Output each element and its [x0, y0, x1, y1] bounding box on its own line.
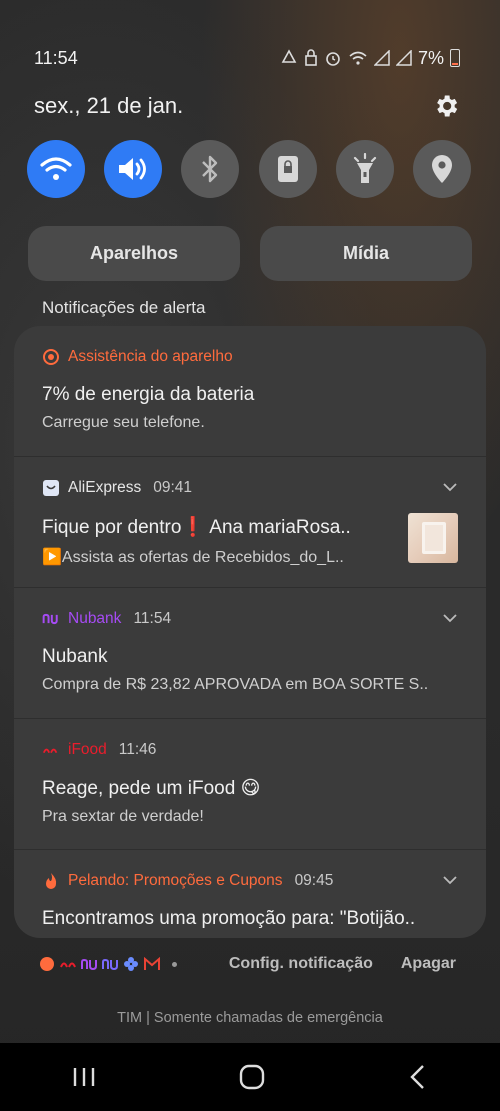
location-toggle[interactable] [412, 140, 471, 198]
notification-panel: Assistência do aparelho 7% de energia da… [14, 326, 486, 938]
notification-app-name: Pelando: Promoções e Cupons [68, 872, 283, 889]
status-time: 11:54 [34, 47, 78, 68]
alert-notifications-label: Notificações de alerta [42, 298, 206, 317]
ifood-icon [42, 741, 60, 759]
nubank-mini-icon-2 [102, 958, 118, 970]
nubank-mini-icon [81, 958, 97, 970]
more-dot [172, 961, 177, 967]
notification-app-name: iFood [68, 741, 107, 758]
notification-title: 7% de energia da bateria [42, 384, 255, 405]
signal-icon [373, 50, 390, 66]
sound-toggle[interactable] [104, 140, 163, 198]
recycle-icon [281, 49, 297, 63]
notification-time: 11:46 [118, 741, 157, 758]
wifi-icon [40, 157, 72, 180]
notification-thumbnail [408, 513, 458, 563]
nubank-icon [42, 610, 60, 628]
rotation-lock-toggle[interactable] [258, 140, 317, 198]
notification-title: Reage, pede um iFood 😋 [42, 778, 261, 799]
flashlight-toggle[interactable] [335, 140, 394, 198]
notification-footer: Config. notificação Apagar [38, 948, 456, 980]
pinwheel-mini-icon [124, 957, 138, 971]
notification-app-name: Nubank [68, 610, 122, 627]
portrait-lock-icon [277, 156, 298, 182]
battery-icon [450, 49, 460, 67]
notification-app-icons [38, 955, 177, 973]
emergency-calls-text: TIM | Somente chamadas de emergência [117, 1010, 383, 1026]
battery-percent: 7% [417, 47, 444, 68]
media-button[interactable]: Mídia [260, 226, 472, 281]
chevron-down-icon[interactable] [442, 479, 458, 495]
gmail-mini-icon [144, 957, 160, 970]
bluetooth-icon [202, 155, 218, 183]
recents-icon[interactable] [71, 1066, 97, 1088]
notification-nubank[interactable]: Nubank 11:54 Nubank Compra de R$ 23,82 A… [14, 588, 486, 719]
device-care-mini-icon [40, 957, 54, 971]
notification-aliexpress[interactable]: AliExpress 09:41 Fique por dentro❗ Ana m… [14, 457, 486, 588]
notification-text: Compra de R$ 23,82 APROVADA em BOA SORTE… [42, 676, 429, 693]
location-icon [431, 155, 452, 183]
notification-text: Pra sextar de verdade! [42, 808, 204, 825]
notification-time: 09:41 [153, 479, 193, 496]
chevron-down-icon[interactable] [442, 872, 458, 888]
navigation-bar [0, 1043, 500, 1111]
notification-app-name: AliExpress [68, 479, 142, 496]
bluetooth-toggle[interactable] [181, 140, 240, 198]
notification-time: 11:54 [133, 610, 172, 627]
notification-settings-button[interactable]: Config. notificação [229, 955, 373, 973]
quick-settings [27, 140, 471, 198]
notification-pelando[interactable]: Pelando: Promoções e Cupons 09:45 Encont… [14, 850, 486, 938]
wifi-toggle[interactable] [27, 140, 85, 198]
flame-icon [42, 872, 60, 890]
status-icons: 7% [280, 48, 460, 69]
notification-title: Fique por dentro❗ Ana mariaRosa.. [42, 517, 351, 538]
date: sex., 21 de jan. [34, 93, 184, 118]
notification-device-care[interactable]: Assistência do aparelho 7% de energia da… [14, 326, 486, 457]
notification-title: Encontramos uma promoção para: "Botijão.… [42, 908, 416, 929]
clear-all-button[interactable]: Apagar [401, 955, 456, 973]
lock-icon [305, 49, 317, 66]
devices-button[interactable]: Aparelhos [28, 226, 240, 281]
wifi-status-icon [349, 51, 367, 65]
flashlight-icon [353, 153, 376, 183]
gear-icon[interactable] [432, 92, 460, 120]
notification-title: Nubank [42, 646, 108, 667]
alarm-icon [326, 52, 340, 66]
notification-text: Carregue seu telefone. [42, 414, 205, 431]
chevron-down-icon[interactable] [442, 610, 458, 626]
volume-icon [119, 158, 147, 180]
home-icon[interactable] [238, 1063, 266, 1091]
device-care-icon [42, 348, 60, 366]
notification-text: ▶️Assista as ofertas de Recebidos_do_L.. [42, 549, 344, 566]
signal-icon-2 [395, 50, 412, 66]
ifood-mini-icon [60, 962, 76, 968]
back-icon[interactable] [407, 1064, 429, 1090]
aliexpress-icon [42, 479, 60, 497]
status-bar: 11:54 7% [34, 46, 460, 70]
notification-app-name: Assistência do aparelho [68, 348, 233, 365]
notification-ifood[interactable]: iFood 11:46 Reage, pede um iFood 😋 Pra s… [14, 719, 486, 850]
notification-time: 09:45 [294, 872, 334, 889]
